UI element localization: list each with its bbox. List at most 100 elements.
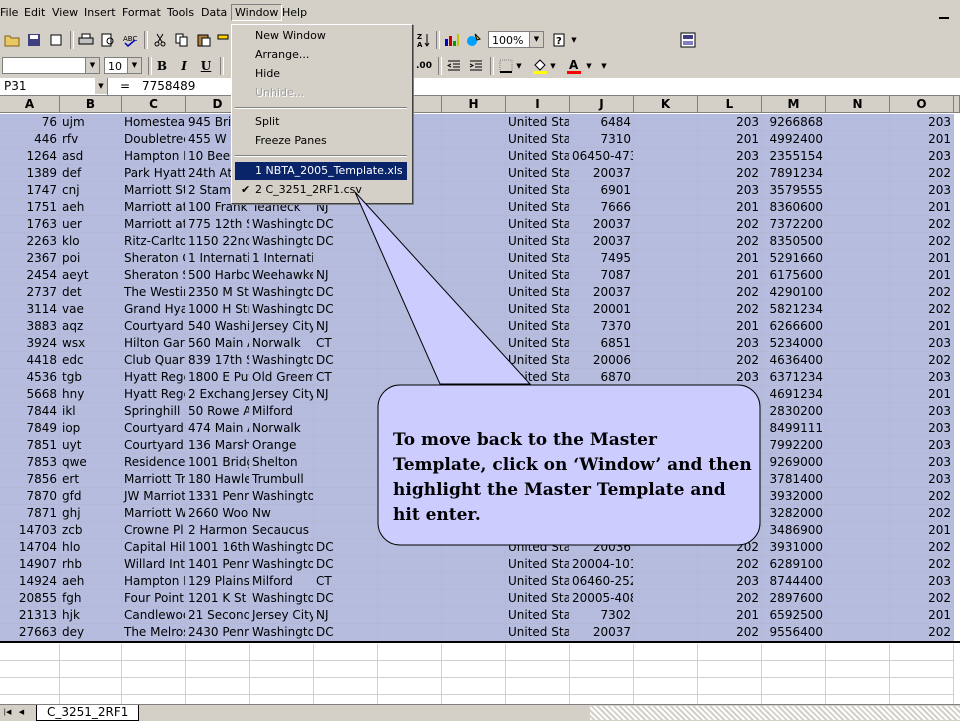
table-cell[interactable] <box>442 131 506 148</box>
table-cell[interactable]: aeyt <box>60 267 122 284</box>
table-cell[interactable]: United Sta <box>506 131 570 148</box>
table-cell[interactable]: 203 <box>890 148 954 165</box>
table-cell[interactable]: 27663 <box>0 624 60 641</box>
table-cell[interactable]: 6592500 <box>762 607 826 624</box>
table-cell[interactable] <box>60 661 122 678</box>
table-cell[interactable] <box>826 624 890 641</box>
table-cell[interactable]: 2355154 <box>762 148 826 165</box>
table-cell[interactable] <box>634 318 698 335</box>
table-cell[interactable]: 474 Main Ave <box>186 420 250 437</box>
table-cell[interactable]: 1201 K St NW <box>186 590 250 607</box>
table-cell[interactable]: 1751 <box>0 199 60 216</box>
table-cell[interactable]: gfd <box>60 488 122 505</box>
table-cell[interactable]: 201 <box>890 522 954 539</box>
table-cell[interactable]: 7844 <box>0 403 60 420</box>
table-cell[interactable]: 2737 <box>0 284 60 301</box>
table-cell[interactable]: 4691234 <box>762 386 826 403</box>
table-cell[interactable]: 7370 <box>570 318 634 335</box>
table-cell[interactable] <box>442 114 506 131</box>
table-cell[interactable]: 06460-2523 <box>570 573 634 590</box>
table-cell[interactable]: 20004-1010 <box>570 556 634 573</box>
table-cell[interactable]: Hampton I <box>122 148 186 165</box>
table-cell[interactable]: Marriott at <box>122 216 186 233</box>
table-cell[interactable]: 201 <box>698 607 762 624</box>
table-cell[interactable]: 14924 <box>0 573 60 590</box>
column-header-h[interactable]: H <box>442 96 506 113</box>
table-cell[interactable]: 202 <box>890 165 954 182</box>
table-cell[interactable] <box>186 661 250 678</box>
table-cell[interactable]: Park Hyatt <box>122 165 186 182</box>
table-cell[interactable]: 1264 <box>0 148 60 165</box>
table-cell[interactable]: Four Point <box>122 590 186 607</box>
chevron-down-icon[interactable]: ▼ <box>584 56 594 76</box>
table-cell[interactable]: poi <box>60 250 122 267</box>
table-cell[interactable] <box>506 661 570 678</box>
table-cell[interactable]: Capital Hill <box>122 539 186 556</box>
table-cell[interactable]: Homestea <box>122 114 186 131</box>
table-cell[interactable] <box>826 539 890 556</box>
table-cell[interactable]: 1747 <box>0 182 60 199</box>
table-cell[interactable]: Jersey City <box>250 386 314 403</box>
table-cell[interactable]: 1401 Pennsylvania Av <box>186 556 250 573</box>
table-cell[interactable] <box>186 644 250 661</box>
table-cell[interactable] <box>826 590 890 607</box>
table-cell[interactable] <box>634 131 698 148</box>
table-cell[interactable]: 1001 Bridgeport Avenue <box>186 454 250 471</box>
table-cell[interactable]: 3883 <box>0 318 60 335</box>
table-cell[interactable]: 2 Exchange Pl <box>186 386 250 403</box>
horizontal-scrollbar[interactable] <box>590 706 960 720</box>
table-cell[interactable] <box>634 556 698 573</box>
table-cell[interactable]: Washingto <box>250 488 314 505</box>
table-cell[interactable]: 446 <box>0 131 60 148</box>
table-cell[interactable]: Washingto <box>250 624 314 641</box>
table-cell[interactable]: 201 <box>698 267 762 284</box>
column-header-o[interactable]: O <box>890 96 954 113</box>
table-cell[interactable]: Marriott St <box>122 182 186 199</box>
table-cell[interactable]: 7871 <box>0 505 60 522</box>
table-cell[interactable] <box>314 437 378 454</box>
menu-item-new-window[interactable]: New Window <box>235 27 407 45</box>
table-cell[interactable] <box>826 573 890 590</box>
table-cell[interactable]: 7853 <box>0 454 60 471</box>
chevron-down-icon[interactable]: ▼ <box>514 56 524 76</box>
table-cell[interactable]: 4290100 <box>762 284 826 301</box>
table-cell[interactable]: tgb <box>60 369 122 386</box>
table-cell[interactable]: 202 <box>698 352 762 369</box>
table-cell[interactable] <box>0 661 60 678</box>
table-cell[interactable]: 2 Harmon Plz <box>186 522 250 539</box>
table-cell[interactable] <box>0 644 60 661</box>
table-cell[interactable] <box>826 678 890 695</box>
table-cell[interactable]: United Sta <box>506 114 570 131</box>
table-cell[interactable]: 202 <box>698 556 762 573</box>
table-cell[interactable]: 5291660 <box>762 250 826 267</box>
table-cell[interactable]: United Sta <box>506 165 570 182</box>
table-cell[interactable]: Washingto <box>250 301 314 318</box>
table-cell[interactable]: 775 12th St NW <box>186 216 250 233</box>
table-cell[interactable]: The Melros <box>122 624 186 641</box>
table-cell[interactable] <box>826 165 890 182</box>
table-cell[interactable] <box>570 644 634 661</box>
table-cell[interactable] <box>314 678 378 695</box>
table-cell[interactable] <box>314 403 378 420</box>
menu-edit[interactable]: Edit <box>24 6 45 19</box>
table-cell[interactable]: 202 <box>890 624 954 641</box>
table-cell[interactable] <box>826 114 890 131</box>
table-cell[interactable]: 7992200 <box>762 437 826 454</box>
table-cell[interactable] <box>826 505 890 522</box>
table-cell[interactable] <box>314 488 378 505</box>
table-cell[interactable] <box>634 182 698 199</box>
print-preview-icon[interactable] <box>98 30 118 50</box>
table-cell[interactable]: edc <box>60 352 122 369</box>
table-cell[interactable] <box>698 644 762 661</box>
table-cell[interactable]: Milford <box>250 403 314 420</box>
table-cell[interactable] <box>826 488 890 505</box>
table-cell[interactable]: 5821234 <box>762 301 826 318</box>
table-cell[interactable] <box>122 661 186 678</box>
table-cell[interactable] <box>634 624 698 641</box>
increase-indent-icon[interactable] <box>466 56 486 76</box>
table-cell[interactable]: 202 <box>698 301 762 318</box>
table-cell[interactable]: cnj <box>60 182 122 199</box>
table-cell[interactable]: 3486900 <box>762 522 826 539</box>
column-header-n[interactable]: N <box>826 96 890 113</box>
menu-item-hide[interactable]: Hide <box>235 65 407 83</box>
